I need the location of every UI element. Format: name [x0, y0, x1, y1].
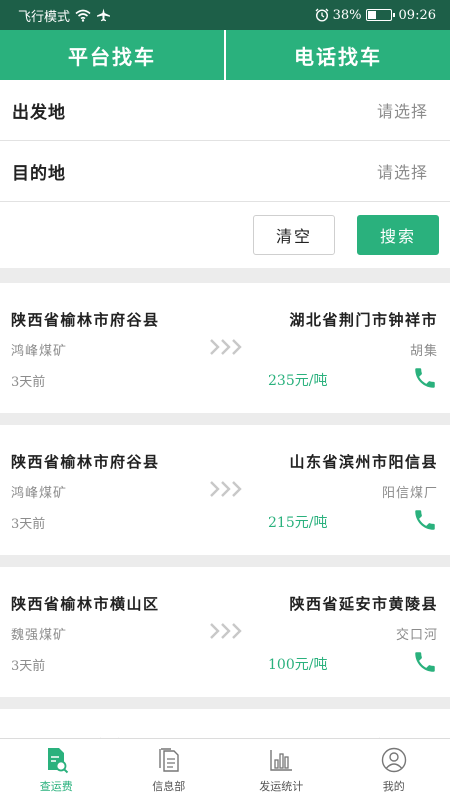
nav-label: 我的 — [382, 779, 405, 793]
nav-label: 发运统计 — [259, 779, 304, 793]
origin-row[interactable]: 出发地 请选择 — [0, 80, 450, 141]
destination-row[interactable]: 目的地 请选择 — [0, 141, 450, 202]
phone-icon[interactable] — [412, 507, 438, 537]
list-item[interactable]: 陕西省榆林市府谷县 山东省滨州市阳信县 鸿峰煤矿 阳信煤厂 3天前 215元/吨 — [0, 425, 450, 555]
list-item[interactable]: 陕西省榆林市横山区 陕西省延安市黄陵县 魏强煤矿 交口河 3天前 100元/吨 — [0, 567, 450, 697]
destination-location: 陕西省延安市黄陵县 — [289, 595, 438, 613]
list-item[interactable]: 陕西省榆林市府谷县 湖北省荆门市钟祥市 鸿峰煤矿 胡集 3天前 235元/吨 — [0, 283, 450, 413]
battery-percent: 38% — [332, 7, 362, 23]
nav-item-freight-rate[interactable]: 查运费 — [0, 739, 113, 800]
tab-platform-search[interactable]: 平台找车 — [0, 30, 224, 80]
destination-select[interactable]: 请选择 — [377, 159, 428, 183]
destination-org: 阳信煤厂 — [381, 486, 438, 501]
post-time: 3天前 — [11, 659, 46, 674]
bar-chart-icon — [270, 749, 293, 771]
freight-list: 陕西省榆林市府谷县 湖北省荆门市钟祥市 鸿峰煤矿 胡集 3天前 235元/吨 陕… — [0, 283, 450, 738]
documents-icon — [159, 747, 179, 772]
destination-org: 胡集 — [409, 344, 438, 359]
chevrons-right-icon — [208, 621, 244, 645]
carrier-text: 飞行模式 — [18, 9, 71, 25]
nav-label: 查运费 — [39, 779, 73, 793]
chevrons-right-icon — [208, 479, 244, 503]
wifi-icon — [75, 9, 91, 22]
battery-icon — [365, 9, 395, 21]
origin-location: 陕西省榆林市横山区 — [11, 595, 160, 613]
search-form: 出发地 请选择 目的地 请选择 清空 搜索 — [0, 80, 450, 268]
list-item[interactable]: 陕西省榆林市府谷县 河南省安阳市安阳县 — [0, 709, 450, 738]
post-time: 3天前 — [11, 375, 46, 390]
phone-icon[interactable] — [412, 649, 438, 679]
nav-item-profile[interactable]: 我的 — [338, 739, 450, 800]
origin-org: 鸿峰煤矿 — [11, 344, 68, 359]
tab-phone-search[interactable]: 电话找车 — [224, 30, 450, 80]
destination-label: 目的地 — [12, 163, 66, 184]
profile-icon — [381, 747, 406, 772]
alarm-icon — [315, 8, 329, 22]
origin-select[interactable]: 请选择 — [377, 98, 428, 122]
destination-location: 湖北省荆门市钟祥市 — [289, 311, 438, 329]
origin-org: 魏强煤矿 — [11, 628, 68, 643]
origin-org: 鸿峰煤矿 — [11, 486, 68, 501]
status-time: 09:26 — [398, 7, 436, 23]
destination-org: 交口河 — [395, 628, 438, 643]
search-document-icon — [48, 747, 69, 773]
status-bar: 飞行模式 38% 09:26 — [0, 0, 450, 30]
clear-button[interactable]: 清空 — [253, 215, 335, 255]
phone-icon[interactable] — [412, 365, 438, 395]
post-time: 3天前 — [11, 517, 46, 532]
airplane-icon — [97, 8, 111, 22]
origin-label: 出发地 — [12, 102, 66, 123]
freight-price: 215元/吨 — [268, 515, 328, 531]
nav-item-shipping-stats[interactable]: 发运统计 — [225, 739, 338, 800]
search-button[interactable]: 搜索 — [357, 215, 439, 255]
form-actions: 清空 搜索 — [0, 202, 450, 268]
chevrons-right-icon — [208, 337, 244, 361]
origin-location: 陕西省榆林市府谷县 — [11, 311, 160, 329]
nav-label: 信息部 — [152, 779, 186, 793]
freight-price: 100元/吨 — [268, 657, 328, 673]
nav-item-info-dept[interactable]: 信息部 — [113, 739, 226, 800]
freight-price: 235元/吨 — [268, 373, 328, 389]
destination-location: 山东省滨州市阳信县 — [289, 453, 438, 471]
bottom-nav: 查运费 信息部 发运统计 我的 — [0, 738, 450, 800]
top-tabs: 平台找车 电话找车 — [0, 30, 450, 80]
origin-location: 陕西省榆林市府谷县 — [11, 453, 160, 471]
